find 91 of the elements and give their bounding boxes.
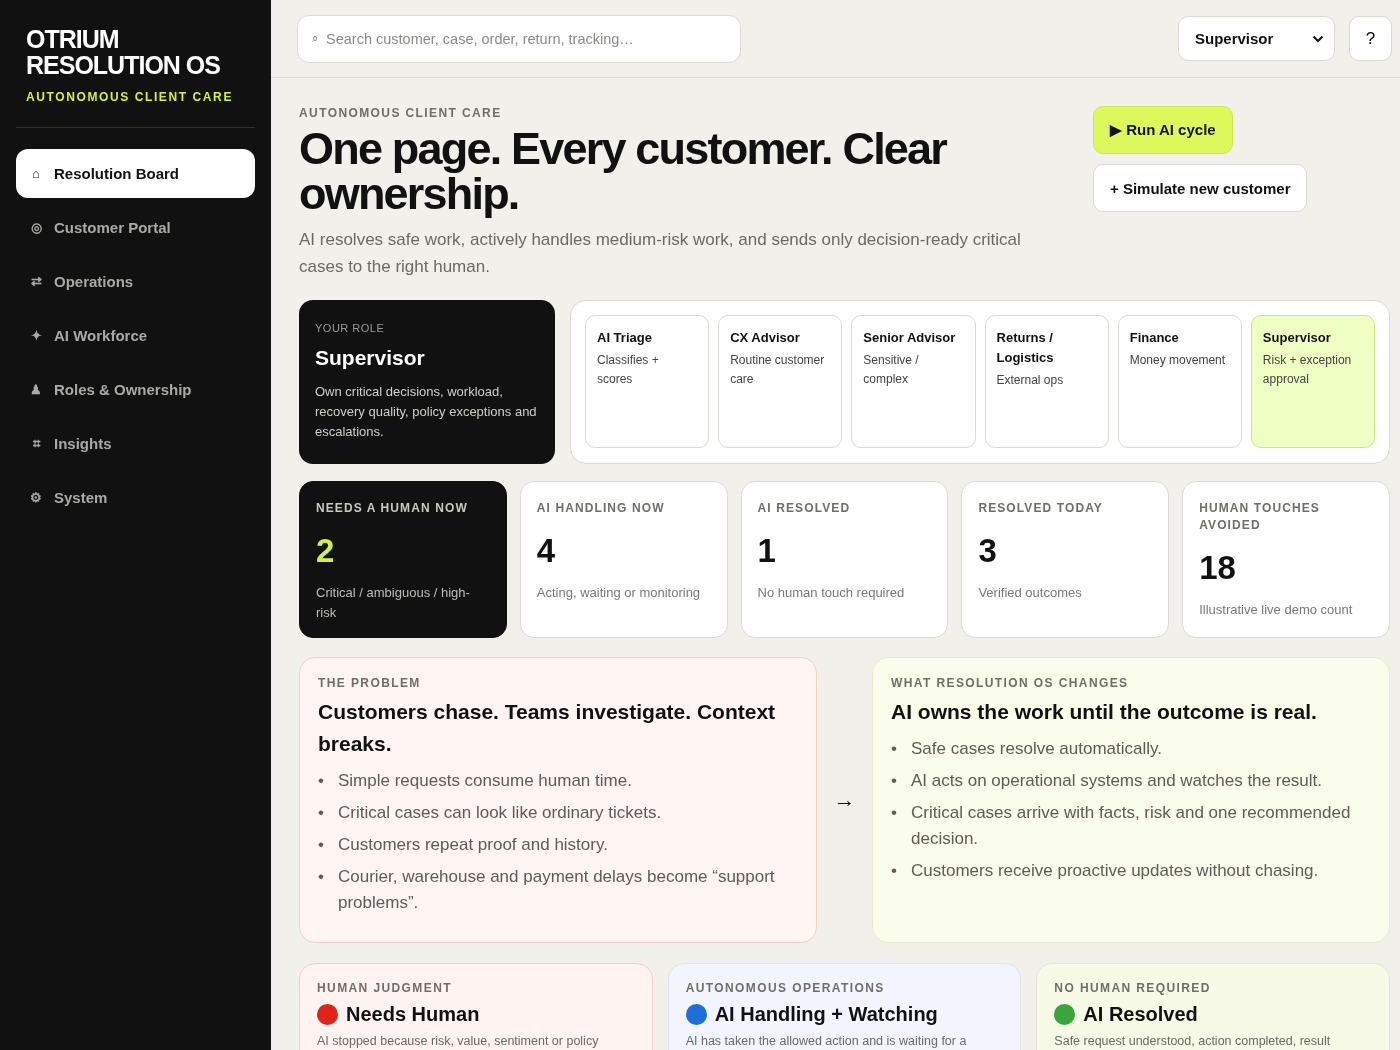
- stat-note: Verified outcomes: [978, 584, 1083, 602]
- bullet-point: Courier, warehouse and payment delays become “support problems”.: [338, 866, 776, 914]
- role-text: Risk + exception approval: [1262, 352, 1353, 388]
- role-name: Supervisor: [1262, 329, 1332, 347]
- lane-eyebrow: HUMAN JUDGMENT: [317, 981, 453, 995]
- stat-note: Illustrative live demo count: [1199, 601, 1354, 619]
- stat-note: Critical / ambiguous / high-risk: [316, 584, 471, 622]
- stat-label: NEEDS A HUMAN NOW: [316, 500, 469, 517]
- role-option[interactable]: Returns / Logistics External ops: [984, 315, 1109, 448]
- role-option[interactable]: Supervisor Risk + exception approval: [1250, 315, 1376, 448]
- nav-icon: ⇄: [30, 274, 42, 289]
- nav-icon: ♟: [30, 382, 42, 397]
- bullet-marker: •: [891, 860, 898, 882]
- page-heading: One page. Every customer. Clear ownership.: [299, 126, 948, 216]
- panel-title: Customers chase. Teams investigate. Context breaks.: [318, 699, 777, 757]
- role-name: Senior Advisor: [863, 329, 957, 347]
- panel-eyebrow: THE PROBLEM: [318, 676, 422, 690]
- stat-value: 1: [757, 533, 777, 569]
- help-button[interactable]: ?: [1349, 16, 1392, 61]
- bullet-point: AI acts on operational systems and watches the result.: [911, 770, 1323, 792]
- bullet-marker: •: [318, 802, 325, 824]
- brand-tagline: AUTONOMOUS CLIENT CARE: [26, 90, 233, 104]
- lane-title: AI Resolved: [1083, 1003, 1198, 1026]
- bullet-point: Customers receive proactive updates without chasing.: [911, 860, 1319, 882]
- role-text: Money movement: [1129, 352, 1227, 369]
- role-option[interactable]: Finance Money movement: [1117, 315, 1242, 448]
- role-text: Sensitive / complex: [863, 352, 920, 388]
- stat-label: HUMAN TOUCHES AVOIDED: [1199, 500, 1321, 534]
- arrow-icon: →: [833, 787, 856, 813]
- role-option[interactable]: CX Advisor Routine customer care: [718, 315, 843, 448]
- nav-icon: ⚙: [30, 490, 42, 505]
- stat-value: 2: [316, 533, 336, 569]
- role-text: External ops: [996, 372, 1065, 389]
- role-text: Routine customer care: [730, 352, 826, 388]
- stat-value: 3: [978, 533, 998, 569]
- stat-label: AI HANDLING NOW: [536, 500, 666, 517]
- role-name: Returns / Logistics: [996, 329, 1055, 367]
- role-text: Classifies + scores: [597, 352, 660, 388]
- bullet-point: Critical cases arrive with facts, risk and one recommended decision.: [911, 802, 1352, 850]
- role-name: CX Advisor: [730, 329, 801, 347]
- simulate-button[interactable]: + Simulate new customer: [1093, 164, 1308, 212]
- nav-icon: ✦: [30, 328, 42, 343]
- stat-value: 4: [536, 533, 557, 569]
- bullet-marker: •: [891, 802, 898, 824]
- stat-note: No human touch required: [757, 584, 906, 602]
- lane-description: Safe request understood, action completed, result: [1054, 1034, 1332, 1048]
- stat-label: AI RESOLVED: [757, 500, 852, 517]
- nav-icon: ◎: [30, 220, 42, 235]
- bullet-marker: •: [318, 770, 325, 792]
- bullet-point: Simple requests consume human time.: [338, 770, 632, 792]
- nav-item[interactable]: ⚙ System: [16, 473, 255, 522]
- bullet-point: Critical cases can look like ordinary tickets.: [338, 802, 662, 824]
- run-cycle-button[interactable]: ▶ Run AI cycle: [1093, 106, 1233, 154]
- nav-item[interactable]: ✦ AI Workforce: [16, 311, 255, 360]
- chevron-down-icon: [1312, 34, 1324, 43]
- lane-title: Needs Human: [346, 1003, 480, 1026]
- panel-title: AI owns the work until the outcome is real.: [891, 699, 1318, 725]
- lane-eyebrow: AUTONOMOUS OPERATIONS: [685, 981, 886, 995]
- nav-item[interactable]: ⇄ Operations: [16, 257, 255, 306]
- bullet-marker: •: [891, 770, 898, 792]
- nav-item[interactable]: ♟ Roles & Ownership: [16, 365, 255, 414]
- section-eyebrow: AUTONOMOUS CLIENT CARE: [299, 106, 503, 120]
- role-description: Own critical decisions, workload, recovery quality, policy exceptions and escalations.: [315, 383, 538, 441]
- nav-icon: ⌗: [30, 435, 42, 452]
- panel-eyebrow: WHAT RESOLUTION OS CHANGES: [891, 676, 1130, 690]
- lane-eyebrow: NO HUMAN REQUIRED: [1054, 981, 1212, 995]
- search-icon: ⌕: [312, 30, 318, 45]
- stat-label: RESOLVED TODAY: [978, 500, 1104, 517]
- role-title: Supervisor: [315, 346, 426, 370]
- nav-item[interactable]: ⌂ Resolution Board: [16, 149, 255, 198]
- bullet-marker: •: [891, 738, 898, 760]
- nav-icon: ⌂: [30, 166, 42, 181]
- bullet-point: Safe cases resolve automatically.: [911, 738, 1163, 760]
- lane-title: AI Handling + Watching: [714, 1003, 938, 1026]
- lane-description: AI stopped because risk, value, sentiment or policy: [317, 1034, 600, 1048]
- nav-item[interactable]: ⌗ Insights: [16, 419, 255, 468]
- role-dropdown[interactable]: Supervisor: [1178, 16, 1335, 61]
- stat-note: Acting, waiting or monitoring: [536, 584, 702, 602]
- bullet-point: Customers repeat proof and history.: [338, 834, 608, 856]
- page-description: AI resolves safe work, actively handles medium-risk work, and sends only decision-ready critical cases to the right human.: [299, 229, 1022, 278]
- nav-item[interactable]: ◎ Customer Portal: [16, 203, 255, 252]
- stat-value: 18: [1199, 550, 1237, 586]
- role-name: AI Triage: [597, 329, 653, 347]
- brand-title: OTRIUM RESOLUTION OS: [26, 26, 221, 78]
- role-eyebrow: YOUR ROLE: [315, 322, 386, 334]
- role-option[interactable]: Senior Advisor Sensitive / complex: [851, 315, 976, 448]
- lane-description: AI has taken the allowed action and is waiting for a: [685, 1034, 968, 1048]
- role-name: Finance: [1129, 329, 1180, 347]
- bullet-marker: •: [318, 866, 325, 888]
- role-option[interactable]: AI Triage Classifies + scores: [585, 315, 710, 448]
- bullet-marker: •: [318, 834, 325, 856]
